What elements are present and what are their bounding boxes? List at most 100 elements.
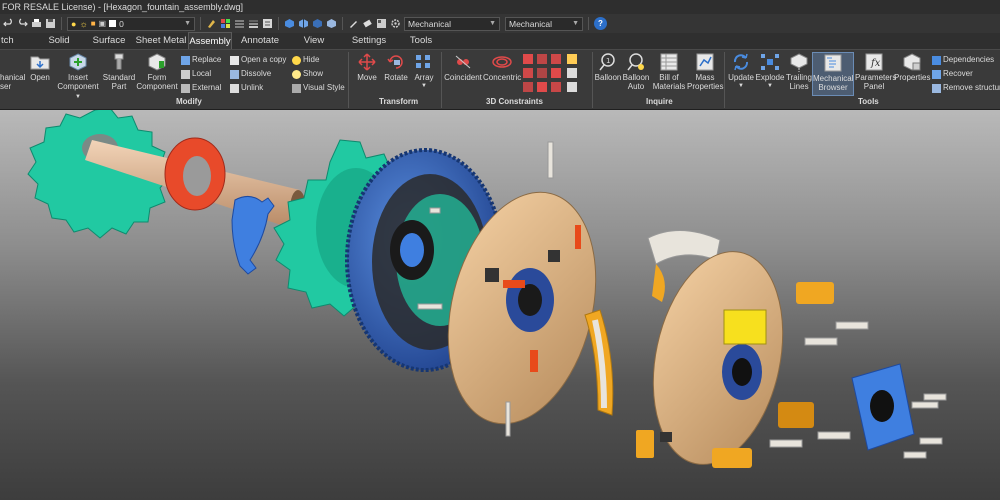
help-icon[interactable]: ? xyxy=(594,17,607,30)
view-cube-icon[interactable] xyxy=(284,18,295,29)
rotate-button[interactable]: Rotate xyxy=(382,52,410,82)
iso-view-icon[interactable] xyxy=(298,18,309,29)
tab-sheet-metal[interactable]: Sheet Metal xyxy=(134,32,188,49)
bolt[interactable] xyxy=(429,207,441,214)
recover-button[interactable]: Recover xyxy=(932,69,973,79)
mass-properties-button[interactable]: Mass Properties xyxy=(687,52,723,91)
bolt[interactable] xyxy=(835,321,869,330)
tab-surface[interactable]: Surface xyxy=(84,32,134,49)
properties-button[interactable]: Properties xyxy=(894,52,930,82)
move-button[interactable]: Move xyxy=(354,52,380,82)
external-button[interactable]: External xyxy=(181,83,221,93)
lineweight-icon[interactable] xyxy=(248,18,259,29)
coincident-button[interactable]: Coincident xyxy=(444,52,482,82)
lower-brake-pad[interactable] xyxy=(584,309,614,416)
match-properties-icon[interactable] xyxy=(206,18,217,29)
visual-style-dropdown[interactable]: Mechanical ▼ xyxy=(505,16,583,31)
linetype-icon[interactable] xyxy=(234,18,245,29)
workspace-dropdown[interactable]: Mechanical ▼ xyxy=(404,16,500,31)
tab-settings[interactable]: Settings xyxy=(340,32,398,49)
bolt[interactable] xyxy=(769,439,803,448)
mechanical-browser-button[interactable]: Mechanical Browser xyxy=(812,52,854,96)
bolt[interactable] xyxy=(919,437,943,445)
color-palette-icon[interactable] xyxy=(220,18,231,29)
dissolve-label: Dissolve xyxy=(241,69,272,78)
tangent-constraint-icon[interactable] xyxy=(551,54,561,64)
bolt[interactable] xyxy=(804,337,838,346)
orange-block[interactable] xyxy=(778,402,814,428)
bill-of-materials-button[interactable]: Bill of Materials xyxy=(651,52,687,91)
concentric-button[interactable]: Concentric xyxy=(483,52,521,82)
show-constraints-icon[interactable] xyxy=(567,68,577,78)
bolt[interactable] xyxy=(505,401,511,437)
dependencies-button[interactable]: Dependencies xyxy=(932,55,994,65)
bolt[interactable] xyxy=(417,303,443,310)
layer-dropdown[interactable]: ● ☼ ■ ▣ 0 ▼ xyxy=(67,16,195,31)
bolt[interactable] xyxy=(547,141,554,179)
bolt[interactable] xyxy=(923,393,947,401)
orange-block[interactable] xyxy=(636,430,654,458)
shade-icon[interactable] xyxy=(312,18,323,29)
lock-constraint-icon[interactable] xyxy=(567,54,577,64)
local-button[interactable]: Local xyxy=(181,69,211,79)
print-icon[interactable] xyxy=(31,18,42,29)
orange-block[interactable] xyxy=(796,282,834,304)
gear-constraint-icon[interactable] xyxy=(523,82,533,92)
screw-constraint-icon[interactable] xyxy=(537,82,547,92)
remove-structure-button[interactable]: Remove structure xyxy=(932,83,1000,93)
form-component-button[interactable]: Form Component xyxy=(136,52,178,91)
settings-gear-icon[interactable] xyxy=(390,18,401,29)
trailing-lines-button[interactable]: Trailing Lines xyxy=(785,52,813,91)
separator xyxy=(200,17,201,30)
dissolve-button[interactable]: Dissolve xyxy=(230,69,271,79)
redo-icon[interactable] xyxy=(17,18,28,29)
angle-constraint-icon[interactable] xyxy=(523,68,533,78)
visual-style-button[interactable]: Visual Style xyxy=(292,83,345,93)
bolt[interactable] xyxy=(817,431,851,440)
style-icon[interactable] xyxy=(262,18,273,29)
box-icon[interactable] xyxy=(326,18,337,29)
undo-icon[interactable] xyxy=(3,18,14,29)
parallel-constraint-icon[interactable] xyxy=(523,54,533,64)
orange-block[interactable] xyxy=(712,448,752,468)
fix-constraint-icon[interactable] xyxy=(551,68,561,78)
parameters-panel-button[interactable]: fx Parameters Panel xyxy=(855,52,896,91)
eraser-icon[interactable] xyxy=(362,18,373,29)
array-button[interactable]: Array ▼ xyxy=(411,52,437,91)
balloon-auto-button[interactable]: Balloon Auto xyxy=(622,52,650,91)
unlink-button[interactable]: Unlink xyxy=(230,83,263,93)
perpendicular-constraint-icon[interactable] xyxy=(537,54,547,64)
tab-tools[interactable]: Tools xyxy=(398,32,444,49)
small-blue-gear[interactable] xyxy=(231,196,275,275)
tab-sketch[interactable]: tch xyxy=(0,32,22,49)
model-viewport[interactable] xyxy=(0,110,1000,500)
mechanical-button[interactable]: hanical ser xyxy=(0,52,25,91)
coincident-label: Coincident xyxy=(444,73,482,82)
open-copy-button[interactable]: Open a copy xyxy=(230,55,286,65)
bolt[interactable] xyxy=(911,401,939,409)
pen-icon[interactable] xyxy=(348,18,359,29)
distance-constraint-icon[interactable] xyxy=(537,68,547,78)
remove-structure-icon xyxy=(932,83,941,93)
blue-square-flange[interactable] xyxy=(851,363,915,451)
red-flange[interactable] xyxy=(164,137,226,211)
bolt[interactable] xyxy=(903,451,927,459)
cam-constraint-icon[interactable] xyxy=(551,82,561,92)
tab-annotate[interactable]: Annotate xyxy=(232,32,288,49)
save-icon[interactable] xyxy=(45,18,56,29)
tool-palette-icon[interactable] xyxy=(376,18,387,29)
insert-component-button[interactable]: Insert Component ▼ xyxy=(54,52,102,102)
open-button[interactable]: Open xyxy=(26,52,54,82)
tab-view[interactable]: View xyxy=(288,32,340,49)
hide-button[interactable]: Hide xyxy=(292,55,319,65)
tab-solid[interactable]: Solid xyxy=(34,32,84,49)
tab-assembly[interactable]: Assembly xyxy=(188,32,232,49)
update-button[interactable]: Update ▼ xyxy=(727,52,755,91)
standard-part-button[interactable]: Standard Part xyxy=(102,52,136,91)
constraint-icon-grid xyxy=(523,54,587,94)
delete-constraints-icon[interactable] xyxy=(567,82,577,92)
balloon-button[interactable]: 1 Balloon xyxy=(594,52,622,82)
replace-button[interactable]: Replace xyxy=(181,55,221,65)
show-button[interactable]: Show xyxy=(292,69,323,79)
explode-button[interactable]: Explode ▼ xyxy=(755,52,785,91)
